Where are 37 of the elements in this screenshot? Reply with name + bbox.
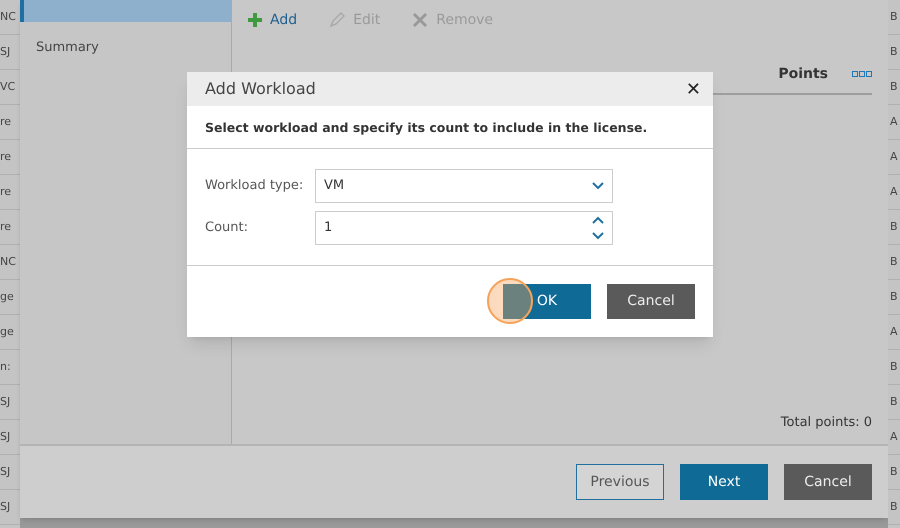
wizard-button[interactable]: Previous: [576, 464, 664, 500]
background-cell: B: [888, 70, 900, 105]
background-cell: B: [888, 210, 900, 245]
background-cell: A: [888, 140, 900, 175]
background-cell: B: [888, 35, 900, 70]
dialog-button[interactable]: Cancel: [607, 284, 695, 319]
background-cell: B: [888, 280, 900, 315]
total-points: Total points: 0: [780, 414, 872, 432]
pencil-icon: [329, 12, 346, 28]
dropdown[interactable]: VM: [315, 169, 613, 203]
background-cell: A: [888, 420, 900, 455]
plus-icon: [248, 13, 262, 27]
background-cell: B: [888, 490, 900, 525]
close-button[interactable]: ✕: [682, 76, 705, 102]
field-label: Workload type:: [205, 177, 304, 196]
spinner-arrows-icon[interactable]: [592, 215, 604, 241]
column-options-icon[interactable]: [852, 71, 872, 78]
toolbar-button[interactable]: Add: [248, 10, 298, 30]
dialog-title: Add Workload: [205, 78, 316, 100]
background-cell: B: [888, 385, 900, 420]
background-cell: A: [888, 105, 900, 140]
x-icon: [412, 12, 428, 28]
dialog-button[interactable]: OK: [503, 284, 591, 319]
background-cell: B: [888, 350, 900, 385]
instruction-text: Select workload and specify its count to include in the license.: [205, 120, 648, 135]
field-label: Count:: [205, 219, 249, 238]
background-cell: B: [888, 455, 900, 490]
chevron-down-icon: [592, 182, 604, 190]
background-cell: B: [888, 245, 900, 280]
sidebar-item[interactable]: Summary: [20, 30, 231, 66]
background-cell: B: [888, 0, 900, 35]
background-cell: A: [888, 315, 900, 350]
column-header: Points: [778, 65, 828, 84]
wizard-button[interactable]: Next: [680, 464, 768, 500]
wizard-button[interactable]: Cancel: [784, 464, 872, 500]
background-cell: A: [888, 175, 900, 210]
number-field[interactable]: 1: [315, 211, 613, 245]
